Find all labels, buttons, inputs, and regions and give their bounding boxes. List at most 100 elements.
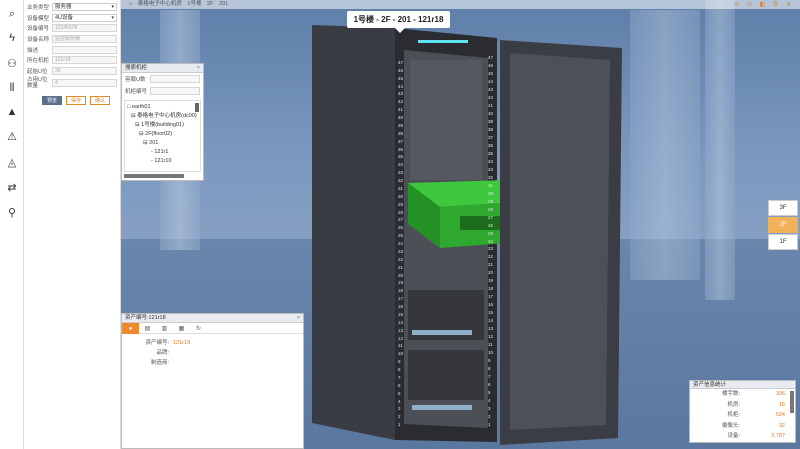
start-u-field[interactable]: 30 [52,66,117,75]
asset-row: 制造商: [122,358,303,368]
rack-u-number: 33 [398,170,404,176]
rack-field[interactable]: 121r18 [52,56,117,65]
device-no-field[interactable]: 12345678 [52,24,117,33]
tree-node[interactable]: ⊟ 1号楼(building01) [127,121,198,130]
tree-node[interactable]: ⊟ 201 [127,139,198,148]
rack-u-number: 36 [488,142,494,148]
rack-u-number: 10 [488,350,494,356]
rack-u-number: 2 [488,414,491,420]
rack-title: 1号楼 - 2F - 201 - 121r18 [347,11,450,33]
search-icon[interactable]: ⌕ [4,7,20,21]
rack-u-number: 39 [398,122,404,128]
confirm-button[interactable]: 确认 [90,96,111,106]
tree-scrollbar[interactable] [195,103,199,112]
tree-node[interactable]: - 121r10 [127,157,198,166]
stats-rows: 楼宇数: 306 机房: 15 机柜: 524 摄像头: 32 设备: 2,787 [690,389,795,442]
field-label: 设备名称 [27,37,50,44]
plug-icon[interactable]: ⫴ [4,81,20,95]
stats-scrollbar[interactable] [790,391,794,413]
fire-icon[interactable]: ϟ [4,31,20,45]
swap-icon[interactable]: ⇄ [4,180,20,194]
breadcrumb-item[interactable]: 201 [219,1,228,7]
info-icon[interactable]: ● [122,323,139,334]
rack-side [312,25,395,440]
u-count-field[interactable]: 4 [52,79,117,88]
breadcrumb-item[interactable]: 1号楼 [187,1,201,7]
stats-row: 设备: 2,787 [690,431,789,442]
scene-pillar [630,10,700,280]
floor-button-1f[interactable]: 1F [768,234,798,250]
rack-u-number: 3 [398,406,401,412]
rack-u-number: 22 [488,254,494,260]
rack-u-number: 16 [488,302,494,308]
rack-u-number: 45 [398,75,404,81]
tree-node-label: 201 [149,140,159,146]
floor-button-2f[interactable]: 2F [768,217,798,233]
field-label: 机柜编号 [125,89,148,95]
rack-u-number: 44 [398,83,404,89]
warning-icon[interactable]: ▲ [4,105,20,119]
floor-button-3f[interactable]: 3F [768,200,798,216]
chart-icon[interactable]: ▥ [156,323,173,334]
tree-node[interactable]: □ earth01 [127,103,198,112]
walk-icon[interactable]: ⚲ [4,205,20,219]
tree-node-label: 1号楼(building01) [141,122,184,128]
refresh-icon[interactable]: ↻ [190,323,207,334]
window-controls[interactable]: ⊙ ◷ ◧ ☰ ✕ [734,1,794,8]
desc-field[interactable] [52,45,117,54]
rack-u-number: 41 [488,102,494,108]
rack-door-mesh [510,53,610,430]
doc-icon[interactable]: ▦ [173,323,190,334]
asset-value [169,348,173,358]
rack-u-number: 28 [398,209,404,215]
rack-u-number: 19 [398,280,404,286]
asset-tabs: ● ▤ ▥ ▦ ↻ [122,323,303,334]
report-icon[interactable]: ◬ [4,155,20,169]
breadcrumb-item[interactable]: 泰格电子中心机房 [138,1,182,7]
asset-row: 资产编号: 121r18 [122,338,303,348]
model-select[interactable]: 4U设备 [52,13,117,22]
form-row-device-name: 设备名称 监控服务器 [27,34,117,45]
list-icon[interactable]: ▤ [139,323,156,334]
horizontal-scrollbar[interactable] [124,174,184,178]
rack-u-number: 28 [488,206,494,212]
rack-u-number: 21 [398,264,404,270]
rack-3d[interactable] [300,20,630,445]
tree-node[interactable]: - 121r1 [127,148,198,157]
breadcrumb-item[interactable]: ⌂ [129,1,132,7]
rack-u-number: 24 [398,241,404,247]
rack-u-number: 23 [398,248,404,254]
breadcrumb-item[interactable]: 2F [207,1,213,7]
rack-u-input[interactable] [150,75,200,83]
stats-key: 楼宇数: [721,391,740,397]
tree-node[interactable]: ⊟ 2F(floor02) [127,130,198,139]
form-row-desc: 描述 [27,44,117,55]
preview-button[interactable]: 预览 [42,96,63,106]
panel-header: 资产信息统计 [690,381,795,389]
rack-no-input[interactable] [150,87,200,95]
rack-u-number: 8 [488,366,491,372]
rack-u-number: 35 [398,154,404,160]
rack-u-number: 23 [488,246,494,252]
rack-u-number: 41 [398,107,404,113]
rack-u-number: 7 [398,374,401,380]
network-icon[interactable]: ⚇ [4,56,20,70]
close-icon[interactable]: × [197,64,200,73]
rack-tree: □ earth01 ⊟ 泰格电子中心机房(dc00) ⊟ 1号楼(buildin… [124,100,201,172]
tree-node[interactable]: ⊟ 泰格电子中心机房(dc00) [127,112,198,121]
device-name-field[interactable]: 监控服务器 [52,35,117,44]
scene-pillar [705,0,735,300]
rack-u-number: 3 [488,406,491,412]
business-type-select[interactable]: 服务器 [52,3,117,12]
form-row-u-count: 占用U位数量 4 [27,76,117,90]
field-label: 设备编号 [27,26,50,33]
alert-icon[interactable]: ⚠ [4,129,20,143]
rack-u-number: 20 [488,270,494,276]
stats-row: 机柜: 524 [690,410,789,421]
asset-key: 资产编号: [145,340,169,346]
rack-u-number: 38 [488,126,494,132]
close-icon[interactable]: × [297,314,300,323]
stats-value: 15 [778,401,785,408]
save-button[interactable]: 保存 [66,96,87,106]
rack-u-number: 9 [398,359,401,365]
